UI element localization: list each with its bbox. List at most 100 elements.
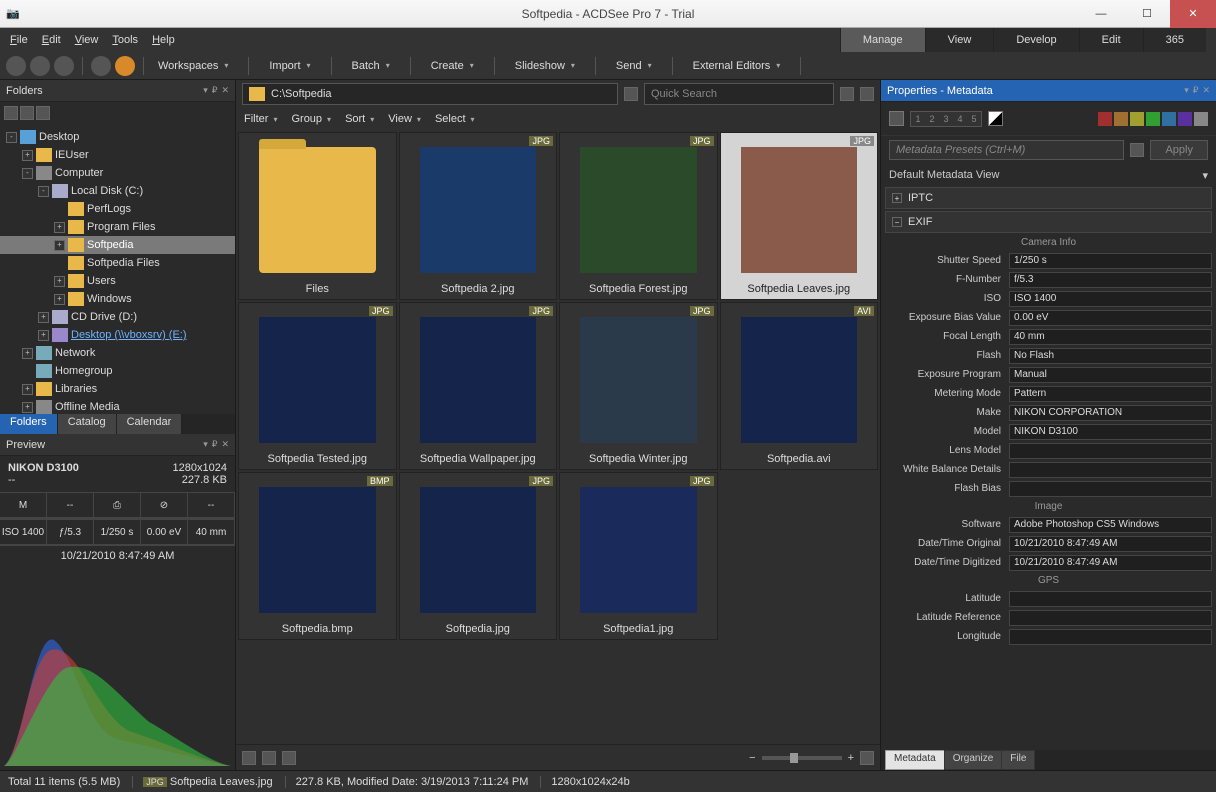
thumbnail[interactable]: AVISoftpedia.avi — [720, 302, 879, 470]
color-swatch[interactable] — [1178, 112, 1192, 126]
thumb-size-slider[interactable] — [762, 756, 842, 760]
view-icon-2[interactable] — [262, 751, 276, 765]
view-icon-3[interactable] — [282, 751, 296, 765]
metadata-view-label[interactable]: Default Metadata View — [889, 169, 999, 181]
mode-tab-365[interactable]: 365 — [1143, 28, 1206, 52]
rating-bar[interactable]: 12345 — [910, 111, 982, 127]
filter-filter[interactable]: Filter — [244, 113, 277, 125]
tree-node[interactable]: +Libraries — [0, 380, 235, 398]
filter-view[interactable]: View — [388, 113, 421, 125]
search-go-icon[interactable] — [860, 87, 874, 101]
dropdown-icon[interactable]: ▾ — [1184, 85, 1189, 96]
tree-nav-back-icon[interactable] — [4, 106, 18, 120]
toolbar-create[interactable]: Create — [425, 57, 480, 75]
thumbnail[interactable]: JPGSoftpedia 2.jpg — [399, 132, 558, 300]
zoom-out-icon[interactable]: − — [749, 752, 755, 764]
color-swatch[interactable] — [1114, 112, 1128, 126]
pin-icon[interactable]: ₽ — [1193, 85, 1199, 96]
props-tab-organize[interactable]: Organize — [944, 750, 1003, 770]
tree-node[interactable]: Homegroup — [0, 362, 235, 380]
chevron-down-icon[interactable]: ▾ — [1202, 169, 1208, 182]
view-icon-1[interactable] — [242, 751, 256, 765]
thumbnail[interactable]: BMPSoftpedia.bmp — [238, 472, 397, 640]
mode-tab-edit[interactable]: Edit — [1079, 28, 1143, 52]
exif-section[interactable]: −EXIF — [885, 211, 1212, 233]
menu-file[interactable]: File — [10, 34, 28, 46]
preset-select[interactable]: Metadata Presets (Ctrl+M) — [889, 140, 1124, 160]
thumbnail[interactable]: JPGSoftpedia Tested.jpg — [238, 302, 397, 470]
path-dropdown-icon[interactable] — [624, 87, 638, 101]
menu-edit[interactable]: Edit — [42, 34, 61, 46]
menu-view[interactable]: View — [75, 34, 99, 46]
tree-node[interactable]: +Softpedia — [0, 236, 235, 254]
thumbnail[interactable]: JPGSoftpedia Wallpaper.jpg — [399, 302, 558, 470]
filter-select[interactable]: Select — [435, 113, 475, 125]
tree-node[interactable]: +Program Files — [0, 218, 235, 236]
tool-icon-2[interactable] — [115, 56, 135, 76]
tool-icon-1[interactable] — [91, 56, 111, 76]
toolbar-slideshow[interactable]: Slideshow — [509, 57, 581, 75]
pin-icon[interactable]: ₽ — [212, 439, 218, 450]
thumbnail[interactable]: JPGSoftpedia1.jpg — [559, 472, 718, 640]
tree-nav-up-icon[interactable] — [36, 106, 50, 120]
dropdown-icon[interactable]: ▾ — [203, 439, 208, 450]
mode-tab-develop[interactable]: Develop — [993, 28, 1078, 52]
color-swatch[interactable] — [1130, 112, 1144, 126]
tree-node[interactable]: +CD Drive (D:) — [0, 308, 235, 326]
label-toggle[interactable] — [988, 111, 1003, 126]
props-tab-metadata[interactable]: Metadata — [885, 750, 945, 770]
tree-nav-fwd-icon[interactable] — [20, 106, 34, 120]
tree-node[interactable]: +Desktop (\\vboxsrv) (E:) — [0, 326, 235, 344]
mode-tab-view[interactable]: View — [925, 28, 994, 52]
nav-fwd-icon[interactable] — [30, 56, 50, 76]
left-tab-folders[interactable]: Folders — [0, 414, 58, 434]
search-input[interactable]: Quick Search — [644, 83, 834, 105]
left-tab-calendar[interactable]: Calendar — [117, 414, 183, 434]
close-panel-icon[interactable]: ✕ — [221, 439, 229, 450]
tree-node[interactable]: -Computer — [0, 164, 235, 182]
tree-node[interactable]: Softpedia Files — [0, 254, 235, 272]
left-tab-catalog[interactable]: Catalog — [58, 414, 117, 434]
tree-node[interactable]: PerfLogs — [0, 200, 235, 218]
toolbar-import[interactable]: Import — [263, 57, 316, 75]
tree-node[interactable]: -Desktop — [0, 128, 235, 146]
color-swatch[interactable] — [1146, 112, 1160, 126]
thumbnail[interactable]: Files — [238, 132, 397, 300]
folder-tree[interactable]: -Desktop+IEUser-Computer-Local Disk (C:)… — [0, 124, 235, 414]
toolbar-external-editors[interactable]: External Editors — [687, 57, 787, 75]
tree-node[interactable]: +Windows — [0, 290, 235, 308]
menu-help[interactable]: Help — [152, 34, 175, 46]
apply-button[interactable]: Apply — [1150, 140, 1208, 160]
color-swatch[interactable] — [1162, 112, 1176, 126]
tree-node[interactable]: -Local Disk (C:) — [0, 182, 235, 200]
mode-tab-manage[interactable]: Manage — [840, 28, 925, 52]
path-box[interactable]: C:\Softpedia — [242, 83, 618, 105]
nav-up-icon[interactable] — [54, 56, 74, 76]
minimize-button[interactable]: — — [1078, 0, 1124, 28]
view-mode-icon[interactable] — [860, 751, 874, 765]
iptc-section[interactable]: +IPTC — [885, 187, 1212, 209]
props-tab-file[interactable]: File — [1001, 750, 1035, 770]
nav-back-icon[interactable] — [6, 56, 26, 76]
toolbar-workspaces[interactable]: Workspaces — [152, 57, 234, 75]
close-button[interactable]: ✕ — [1170, 0, 1216, 28]
filter-group[interactable]: Group — [291, 113, 331, 125]
filter-sort[interactable]: Sort — [345, 113, 374, 125]
thumbnail-grid[interactable]: FilesJPGSoftpedia 2.jpgJPGSoftpedia Fore… — [236, 130, 880, 744]
tag-checkbox[interactable] — [889, 111, 904, 126]
thumbnail[interactable]: JPGSoftpedia Leaves.jpg — [720, 132, 879, 300]
zoom-in-icon[interactable]: + — [848, 752, 854, 764]
close-panel-icon[interactable]: ✕ — [1202, 85, 1210, 96]
close-panel-icon[interactable]: ✕ — [221, 85, 229, 96]
thumbnail[interactable]: JPGSoftpedia Winter.jpg — [559, 302, 718, 470]
tree-node[interactable]: +Users — [0, 272, 235, 290]
search-dropdown-icon[interactable] — [840, 87, 854, 101]
pin-icon[interactable]: ₽ — [212, 85, 218, 96]
thumbnail[interactable]: JPGSoftpedia.jpg — [399, 472, 558, 640]
dropdown-icon[interactable]: ▾ — [203, 85, 208, 96]
color-swatch[interactable] — [1098, 112, 1112, 126]
tree-node[interactable]: +IEUser — [0, 146, 235, 164]
toolbar-send[interactable]: Send — [610, 57, 658, 75]
thumbnail[interactable]: JPGSoftpedia Forest.jpg — [559, 132, 718, 300]
toolbar-batch[interactable]: Batch — [346, 57, 396, 75]
